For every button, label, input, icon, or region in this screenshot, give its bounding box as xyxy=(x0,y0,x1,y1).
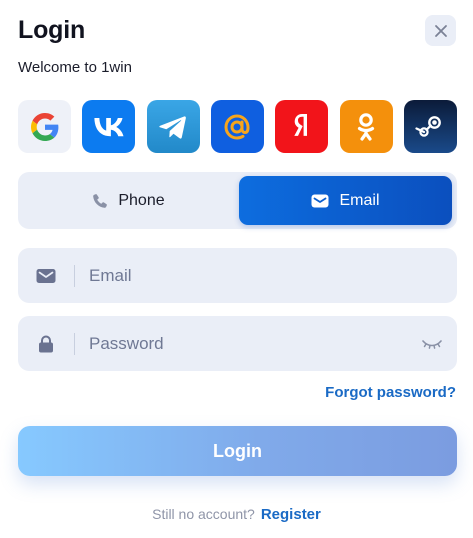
tab-email[interactable]: Email xyxy=(239,176,452,225)
page-title: Login xyxy=(18,16,86,44)
google-login-button[interactable] xyxy=(18,100,71,153)
toggle-password-visibility[interactable] xyxy=(407,316,457,371)
password-input[interactable] xyxy=(75,316,407,371)
google-icon xyxy=(30,112,58,141)
email-field[interactable] xyxy=(18,248,457,303)
odnoklassniki-icon xyxy=(358,112,375,141)
telegram-login-button[interactable] xyxy=(146,100,200,153)
tab-phone[interactable]: Phone xyxy=(22,176,235,225)
email-input[interactable] xyxy=(75,248,457,303)
register-link[interactable]: Register xyxy=(261,506,321,523)
no-account-text: Still no account? xyxy=(152,506,255,522)
yandex-icon xyxy=(294,113,307,136)
social-login-row xyxy=(18,100,457,153)
telegram-icon xyxy=(159,115,187,139)
vk-login-button[interactable] xyxy=(82,100,136,153)
password-field-icon-wrap xyxy=(18,316,74,371)
password-field[interactable] xyxy=(18,316,457,371)
steam-icon xyxy=(415,115,442,137)
mailru-icon xyxy=(224,113,250,140)
mailru-login-button[interactable] xyxy=(210,100,264,153)
forgot-password-link[interactable]: Forgot password? xyxy=(325,384,456,401)
close-icon xyxy=(434,24,447,37)
tab-email-label: Email xyxy=(339,191,380,209)
email-field-icon-wrap xyxy=(18,248,74,303)
envelope-icon xyxy=(311,194,329,207)
eye-closed-icon xyxy=(422,339,442,349)
odnoklassniki-login-button[interactable] xyxy=(339,100,393,153)
lock-icon xyxy=(39,335,53,352)
tab-phone-label: Phone xyxy=(118,191,165,209)
envelope-icon xyxy=(36,268,56,283)
close-button[interactable] xyxy=(425,15,456,46)
page-subtitle: Welcome to 1win xyxy=(18,59,132,76)
steam-login-button[interactable] xyxy=(403,100,457,153)
yandex-login-button[interactable] xyxy=(275,100,329,153)
phone-icon xyxy=(93,193,108,208)
login-method-tabs: Phone Email xyxy=(18,172,457,229)
login-button[interactable]: Login xyxy=(18,426,457,476)
vk-icon xyxy=(94,117,124,136)
register-prompt: Still no account? Register xyxy=(0,506,473,523)
